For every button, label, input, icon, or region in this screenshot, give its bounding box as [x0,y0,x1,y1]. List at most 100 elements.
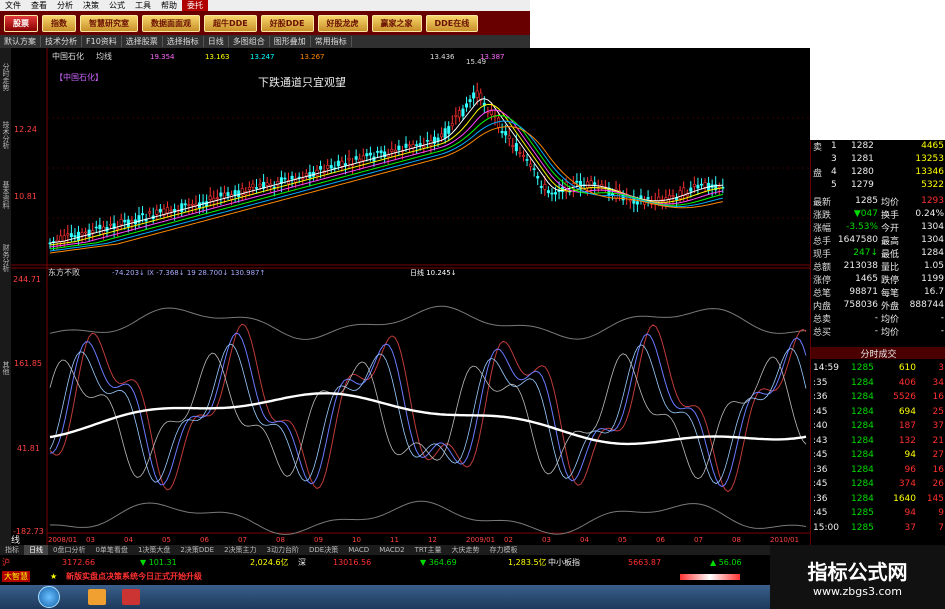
tick-count: 21 [932,435,944,446]
candle-body [187,204,191,207]
indicator-tab[interactable]: 指标 [0,545,24,555]
indicator-tab[interactable]: 大庆走势 [447,545,485,555]
candle-body [130,220,134,223]
tick-row: :36 1284 5526 16 [811,391,945,403]
indicator-tab[interactable]: 2决策DDE [175,545,219,555]
left-vertical-tabs: 分时走势 技术分析 基本资料 财务分析 其他 [0,48,11,545]
stock-button[interactable]: 股票 [4,14,38,32]
indicator-tab[interactable]: 3动力台阶 [262,545,304,555]
candle-body [91,230,95,233]
stat-value: - [874,326,878,336]
candle-body [251,183,255,188]
tab-intraday[interactable]: 分时走势 [0,52,11,102]
stat-label-2: 量比 [881,262,900,273]
date-tick: 08 [732,536,741,544]
indicator-tab[interactable]: MACD2 [374,546,409,554]
candle-body [123,219,127,223]
candle-body [233,190,237,196]
tick-time: :35 [813,377,828,388]
candle-body [336,160,340,167]
date-tick: 03 [542,536,551,544]
menu-help[interactable]: 帮助 [156,0,182,11]
chart-canvas[interactable]: 2008/01 03 04 05 06 07 08 09 10 11 12 2009/01 02 03 04… [0,48,810,546]
tab-other[interactable]: 其他 [0,348,11,388]
stat-value-2: 1199 [921,274,944,284]
dde-good-button[interactable]: 好股DDE [260,14,314,32]
chart-area[interactable]: 2008/01 03 04 05 06 07 08 09 10 11 12 2009/01 02 03 04… [0,48,810,546]
indicator-tab[interactable]: 日线 [24,545,48,555]
data-view-button[interactable]: 数据面面观 [142,14,200,32]
period-dropdown[interactable]: 日线 [204,36,229,47]
indicator-tab[interactable]: 0单笔看盘 [90,545,132,555]
stat-value: 758036 [843,300,878,310]
research-button[interactable]: 智慧研究室 [80,14,138,32]
select-stock-button[interactable]: 选择股票 [122,36,163,47]
candle-body [667,194,671,200]
candle-body [518,152,522,154]
common-indicator-button[interactable]: 常用指标 [311,36,352,47]
indicator-tab[interactable]: 0盘口分析 [48,545,90,555]
menu-formula[interactable]: 公式 [104,0,130,11]
select-indicator-button[interactable]: 选择指标 [163,36,204,47]
app-icon[interactable] [122,589,140,605]
explorer-icon[interactable] [88,589,106,605]
watermark: 指标公式网 www.zbgs3.com [770,545,945,609]
menu-order[interactable]: 委托 [182,0,208,11]
candle-body [692,183,696,187]
candle-body [671,195,675,197]
scroll-badge[interactable]: 大智慧 [2,571,30,582]
candle-body [98,224,102,230]
indicator-tab[interactable]: 1决策大盘 [133,545,175,555]
stat-row: 涨跌 ▼047 换手 0.24% [811,208,945,221]
indicator-tab[interactable]: 2决策主力 [219,545,261,555]
candle-body [368,152,372,156]
idx1-value: 3172.66 [62,558,96,567]
ma-line [49,114,723,250]
scheme-dropdown[interactable]: 默认方案 [0,36,41,47]
dde-online-button[interactable]: DDE在线 [425,14,479,32]
candle-body [183,203,187,206]
tick-volume: 96 [904,464,916,475]
start-orb-icon[interactable] [38,586,60,608]
candle-body [465,103,469,108]
index-button[interactable]: 指数 [42,14,76,32]
dragon-tiger-button[interactable]: 好股龙虎 [317,14,368,32]
candle-body [165,207,169,214]
stat-label-2: 最低 [881,249,900,260]
watermark-url: www.zbgs3.com [813,585,902,598]
indicator-tab[interactable]: TRT主量 [410,545,447,555]
menu-file[interactable]: 文件 [0,0,26,11]
winner-home-button[interactable]: 赢家之家 [371,14,422,32]
date-tick: 2010/01 [770,536,799,544]
multi-chart-button[interactable]: 多图组合 [229,36,270,47]
indicator-tab[interactable]: 存力模板 [485,545,523,555]
candle-body [283,177,287,180]
tab-finance[interactable]: 财务分析 [0,233,11,283]
date-tick: 06 [200,536,209,544]
tick-count: 16 [932,392,944,402]
menu-tools[interactable]: 工具 [130,0,156,11]
ticks-title: 分时成交 [860,349,897,360]
candle-body [504,131,508,136]
tick-price: 1284 [851,377,874,388]
menu-view[interactable]: 查看 [26,0,52,11]
date-tick: 05 [618,536,627,544]
tick-price: 1285 [851,508,874,518]
stat-value: 247↓ [853,248,878,258]
dde-super-button[interactable]: 超牛DDE [204,14,257,32]
stat-label: 最新 [813,197,832,208]
tick-volume: 5526 [893,392,916,402]
idx1-amount: 2,024.6亿 [250,558,289,567]
menu-analysis[interactable]: 分析 [52,0,78,11]
tab-basic[interactable]: 基本资料 [0,170,11,220]
f10-button[interactable]: F10资料 [82,36,122,47]
book-row: 盘 4 1280 13346 [811,166,945,179]
news-text[interactable]: 新版实盘点决策系统今日正式开始升级 [66,571,202,582]
indicator-tab[interactable]: MACD [343,546,374,554]
tab-tech[interactable]: 技术分析 [0,110,11,160]
overlay-button[interactable]: 图形叠加 [270,36,311,47]
menu-decision[interactable]: 决策 [78,0,104,11]
price-tick-1: 12.24 [14,125,37,134]
tech-analysis-button[interactable]: 技术分析 [41,36,82,47]
indicator-tab[interactable]: DDE决策 [304,545,343,555]
